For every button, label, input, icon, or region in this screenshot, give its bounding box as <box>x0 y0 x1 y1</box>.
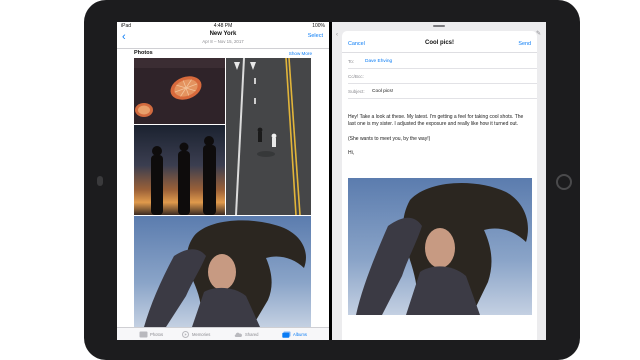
section-title: Photos <box>134 50 153 56</box>
album-title: New York <box>209 31 237 37</box>
photos-section-header: Photos Show More <box>117 49 329 58</box>
message-body[interactable]: Hey! Take a look at these. My latest. I'… <box>348 114 531 165</box>
tab-memories-label: Memories <box>192 332 211 337</box>
attached-photo[interactable] <box>348 178 532 315</box>
body-paragraph: (She wants to meet you, by the way!) <box>348 135 431 142</box>
tab-photos-label: Photos <box>150 332 164 337</box>
ipad-screen: iPad 4:48 PM 100% ‹ New York Apr 8 – Nov… <box>117 22 546 340</box>
album-date-range: Apr 8 – Nov 15, 2017 <box>202 39 244 44</box>
compose-header: Cancel Cool pics! Send <box>342 31 537 53</box>
photo-thumbnail-grapefruit[interactable] <box>134 58 225 124</box>
send-button[interactable]: Send <box>518 41 531 47</box>
show-more-link[interactable]: Show More <box>289 51 312 56</box>
subject-field[interactable]: Subject: Cool pics! <box>348 84 537 99</box>
tab-shared-label: Shared <box>245 332 259 337</box>
subject-label: Subject: <box>348 89 365 94</box>
ccbcc-label: Cc/Bcc: <box>348 74 364 79</box>
to-field[interactable]: To: Dave Ehving <box>348 54 537 69</box>
ccbcc-field[interactable]: Cc/Bcc: <box>348 69 537 84</box>
compose-title: Cool pics! <box>424 40 454 46</box>
cloud-icon <box>234 332 243 337</box>
to-recipient[interactable]: Dave Ehving <box>365 59 392 64</box>
home-button[interactable] <box>556 174 572 190</box>
to-label: To: <box>348 59 355 64</box>
body-paragraph: Hey! Take a look at these. My latest. I'… <box>348 114 524 128</box>
photo-thumbnail-road[interactable] <box>226 58 311 215</box>
select-button[interactable]: Select <box>308 33 323 39</box>
photos-app: iPad 4:48 PM 100% ‹ New York Apr 8 – Nov… <box>117 22 329 340</box>
photos-nav-bar: ‹ New York Apr 8 – Nov 15, 2017 Select <box>117 30 329 49</box>
mail-back-chevron-icon: ‹ <box>336 32 338 38</box>
camera-dot <box>97 176 103 186</box>
albums-icon <box>282 331 291 338</box>
mail-app: ‹ ✎ Cancel Cool pics! Send To: Dave Ehvi… <box>332 22 546 340</box>
memories-icon <box>182 331 189 338</box>
mail-compose-sheet: Cancel Cool pics! Send To: Dave Ehving C… <box>342 31 537 340</box>
tab-albums-label: Albums <box>293 332 307 337</box>
photo-thumbnail-silhouettes[interactable] <box>134 125 225 215</box>
photos-icon <box>139 331 148 338</box>
photos-tab-bar: Photos Memories Shared Albums <box>117 327 329 340</box>
body-paragraph: Hi, <box>348 150 355 157</box>
subject-value[interactable]: Cool pics! <box>372 89 393 94</box>
slide-over-handle[interactable] <box>433 25 445 27</box>
photo-thumbnail-woman[interactable] <box>134 216 311 327</box>
